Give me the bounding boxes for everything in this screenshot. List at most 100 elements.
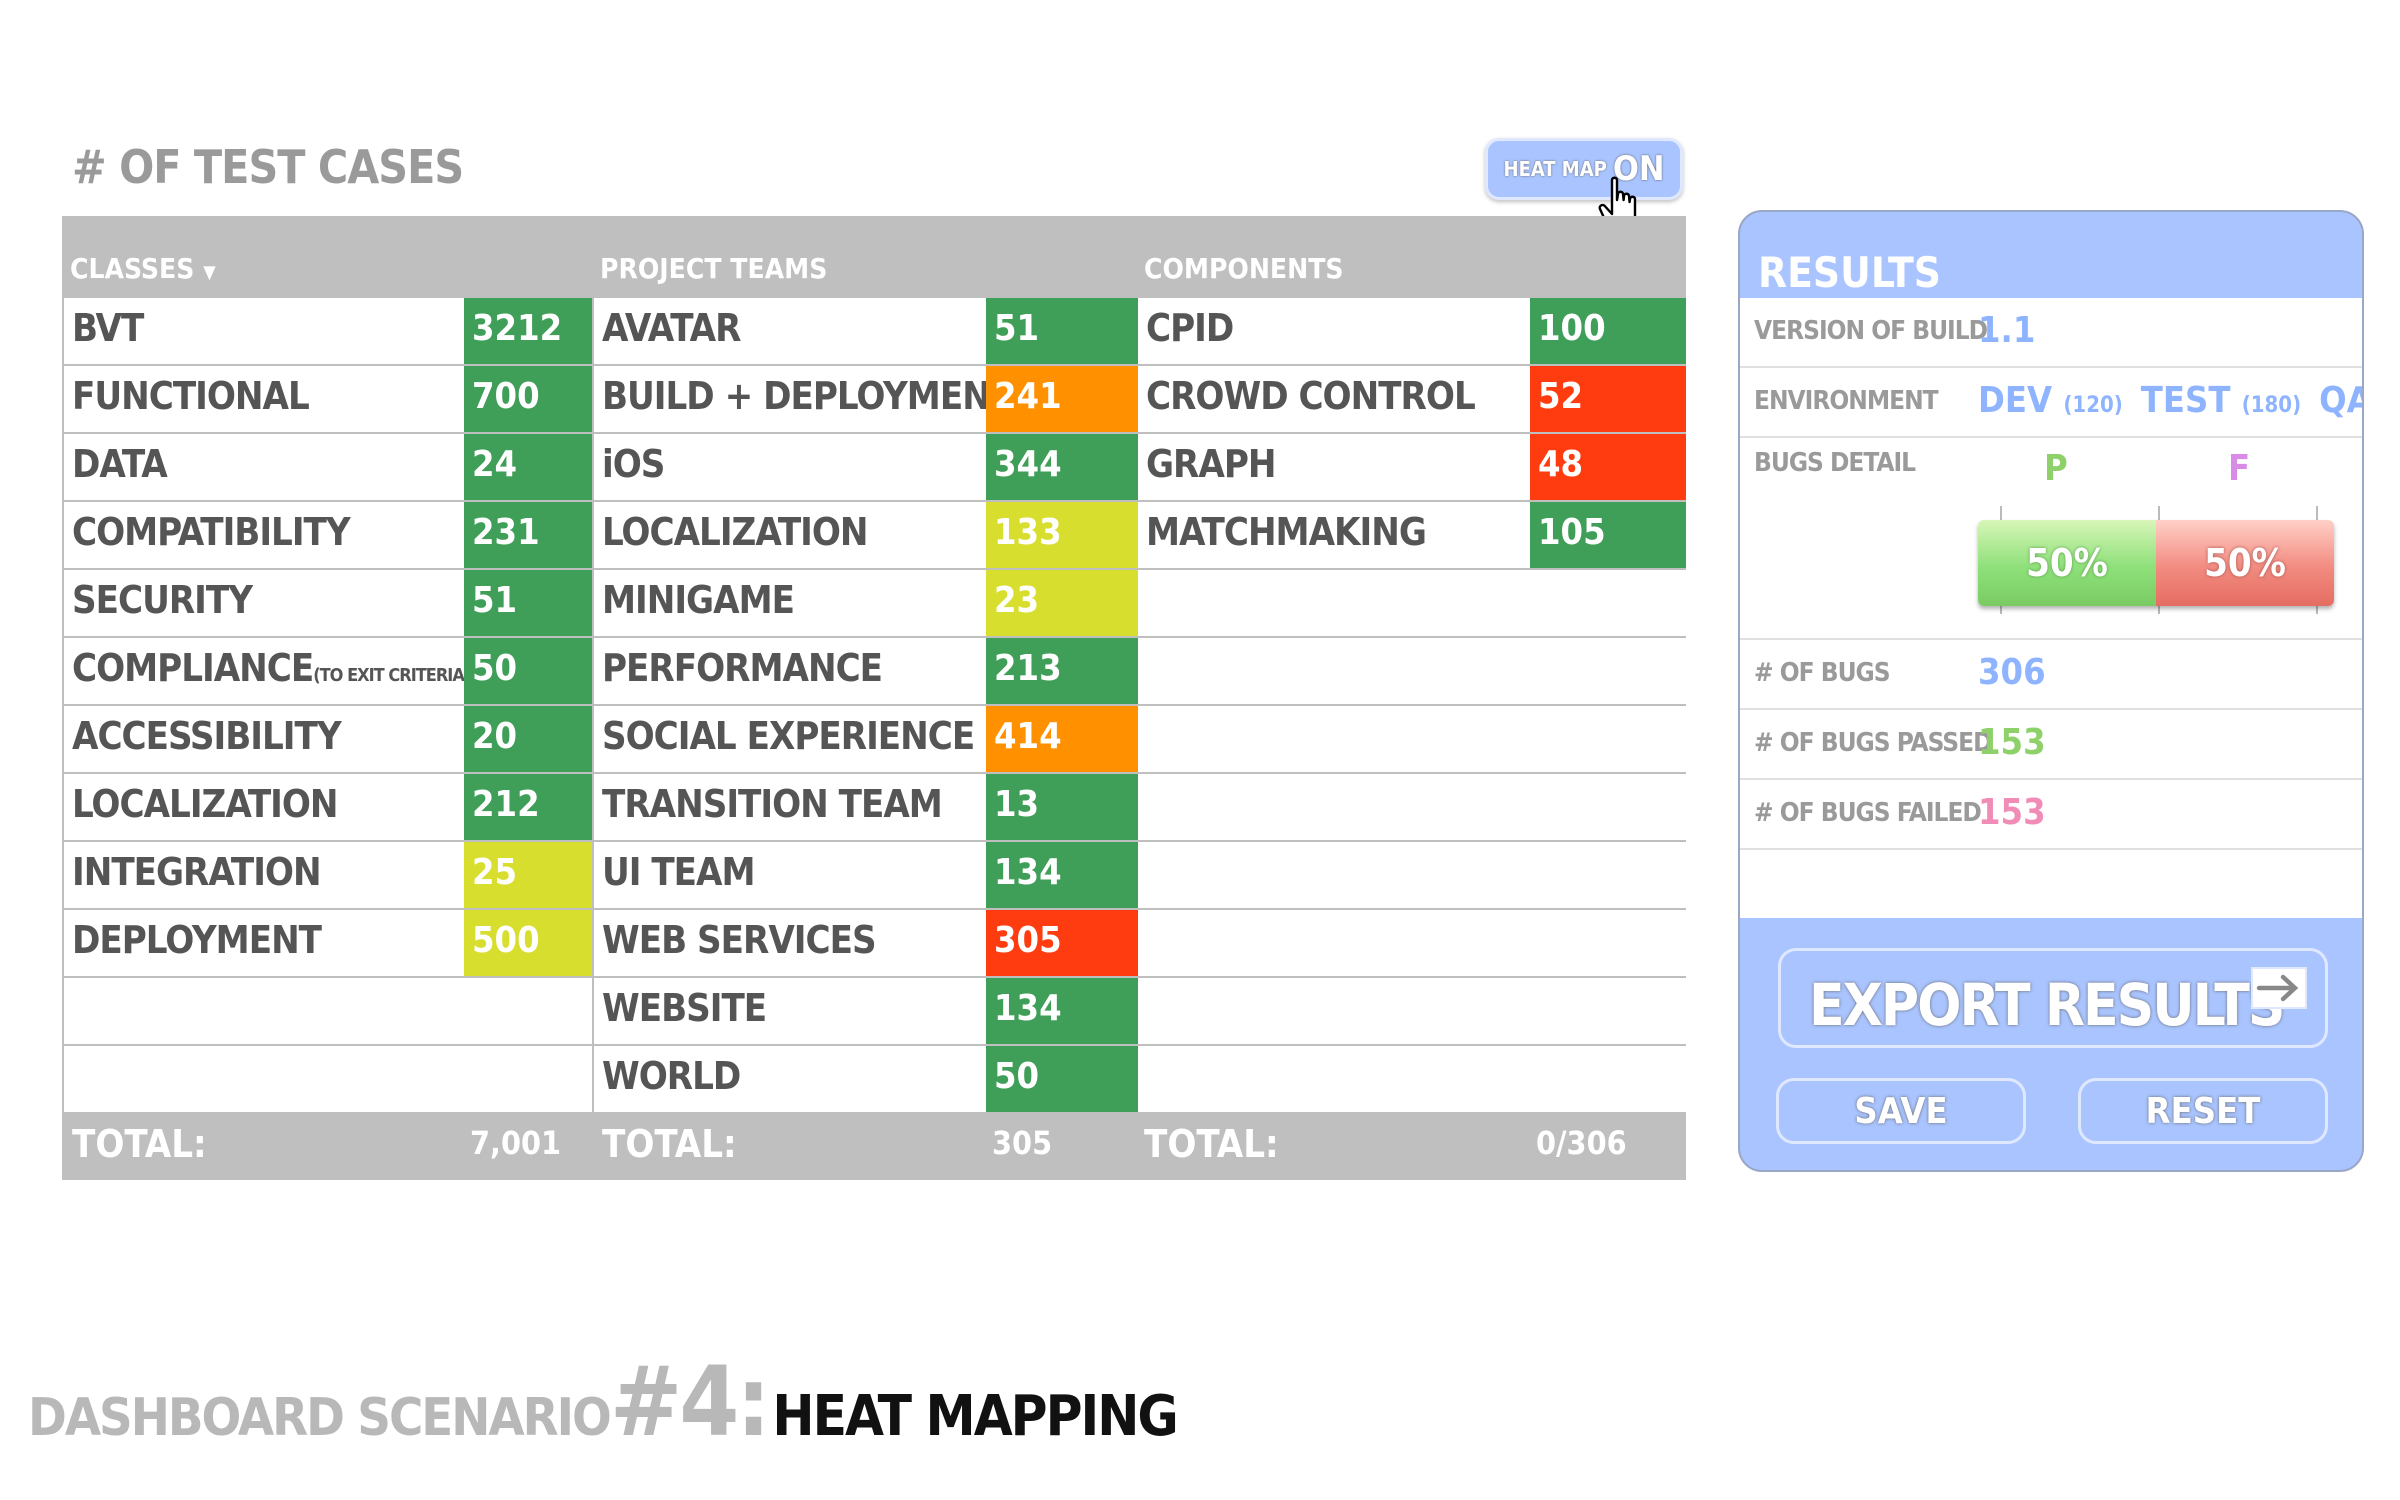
class-row: LOCALIZATION 212 (64, 774, 592, 840)
class-row: COMPATIBILITY 231 (64, 502, 592, 568)
component-row-empty (1138, 638, 1686, 704)
arrow-right-icon (2251, 967, 2307, 1009)
team-row: WEBSITE 134 (594, 978, 1138, 1044)
reset-button[interactable]: RESET (2078, 1078, 2328, 1144)
class-name-text: LOCALIZATION (72, 782, 339, 826)
pass-segment: 50% (1978, 520, 2156, 606)
component-row-empty (1138, 706, 1686, 772)
class-name-text: DEPLOYMENT (72, 918, 322, 962)
environment-option[interactable]: QA (5) (2319, 380, 2362, 421)
class-value-green: 212 (464, 774, 592, 840)
bugs-passed-value: 153 (1978, 722, 2046, 763)
class-row: FUNCTIONAL 700 (64, 366, 592, 432)
class-value-green: 24 (464, 434, 592, 500)
environment-count: (120) (2063, 393, 2123, 418)
class-row: DEPLOYMENT 500 (64, 910, 592, 976)
environment-option[interactable]: TEST (180) (2141, 380, 2301, 421)
chevron-down-icon: ▼ (203, 262, 216, 283)
component-name: MATCHMAKING (1146, 510, 1427, 554)
team-name-text: LOCALIZATION (602, 510, 869, 554)
class-value-green: 20 (464, 706, 592, 772)
version-value: 1.1 (1978, 310, 2036, 351)
bugs-row: # OF BUGS 306 (1740, 640, 2362, 710)
page-title: # OF TEST CASES (72, 140, 464, 194)
pass-label: P (2044, 448, 2068, 489)
component-name: CPID (1146, 306, 1234, 350)
team-value-green: 50 (986, 1046, 1138, 1112)
environment-option[interactable]: DEV (120) (1978, 380, 2123, 421)
team-row: PERFORMANCE 213 (594, 638, 1138, 704)
class-value-yellow: 25 (464, 842, 592, 908)
class-name-note: (TO EXIT CRITERIA) (313, 665, 471, 686)
team-row: BUILD + DEPLOYMENT 241 (594, 366, 1138, 432)
team-value-orange: 241 (986, 366, 1138, 432)
results-panel: RESULTS VERSION OF BUILD 1.1 ENVIRONMENT… (1738, 210, 2364, 1172)
team-name: SOCIAL EXPERIENCE (602, 714, 975, 758)
team-value-green: 213 (986, 638, 1138, 704)
bugs-detail-label: BUGS DETAIL (1754, 448, 1916, 478)
team-name: iOS (602, 442, 665, 486)
class-value-green: 231 (464, 502, 592, 568)
team-name-text: AVATAR (602, 306, 741, 350)
fail-percent: 50% (2204, 541, 2286, 585)
classes-total-label: TOTAL: (72, 1122, 207, 1166)
bugs-failed-row: # OF BUGS FAILED 153 (1740, 780, 2362, 850)
class-name-text: FUNCTIONAL (72, 374, 310, 418)
test-cases-table: CLASSES ▼ PROJECT TEAMS COMPONENTS BVT 32… (62, 216, 1686, 1180)
team-name-text: WEBSITE (602, 986, 767, 1030)
class-name: INTEGRATION (72, 850, 322, 894)
team-name: UI TEAM (602, 850, 756, 894)
component-value-red: 48 (1530, 434, 1686, 500)
reset-label: RESET (2145, 1091, 2261, 1132)
component-name-text: MATCHMAKING (1146, 510, 1427, 554)
bugs-value: 306 (1978, 652, 2046, 693)
footer-part2: #4: (609, 1346, 771, 1458)
class-value-green: 700 (464, 366, 592, 432)
team-name-text: MINIGAME (602, 578, 795, 622)
class-name: BVT (72, 306, 144, 350)
team-row: LOCALIZATION 133 (594, 502, 1138, 568)
team-name-text: UI TEAM (602, 850, 756, 894)
component-row-empty (1138, 774, 1686, 840)
class-name-text: COMPATIBILITY (72, 510, 351, 554)
team-name: TRANSITION TEAM (602, 782, 943, 826)
team-row: MINIGAME 23 (594, 570, 1138, 636)
classes-header[interactable]: CLASSES ▼ (70, 252, 216, 285)
class-value-green: 51 (464, 570, 592, 636)
bugs-passed-label: # OF BUGS PASSED (1754, 728, 1993, 758)
environment-row: ENVIRONMENT DEV (120) TEST (180) QA (5) (1740, 368, 2362, 438)
component-row: CPID 100 (1138, 298, 1686, 364)
version-row: VERSION OF BUILD 1.1 (1740, 298, 2362, 368)
team-value-green: 344 (986, 434, 1138, 500)
component-name: GRAPH (1146, 442, 1277, 486)
save-button[interactable]: SAVE (1776, 1078, 2026, 1144)
team-row: SOCIAL EXPERIENCE 414 (594, 706, 1138, 772)
environment-count: (180) (2241, 393, 2302, 418)
team-value-green: 134 (986, 978, 1138, 1044)
heat-map-label: HEAT MAP (1503, 157, 1607, 181)
team-name: AVATAR (602, 306, 741, 350)
component-name-text: CROWD CONTROL (1146, 374, 1476, 418)
heat-map-toggle[interactable]: HEAT MAP ON (1485, 138, 1683, 200)
components-total-label: TOTAL: (1144, 1122, 1279, 1166)
export-results-button[interactable]: EXPORT RESULTS (1778, 948, 2328, 1048)
team-name: BUILD + DEPLOYMENT (602, 374, 1013, 418)
project-teams-header: PROJECT TEAMS (600, 252, 828, 285)
team-name-text: SOCIAL EXPERIENCE (602, 714, 975, 758)
team-name: MINIGAME (602, 578, 795, 622)
class-value-yellow: 500 (464, 910, 592, 976)
classes-total-value: 7,001 (470, 1124, 562, 1162)
components-total-value: 0/306 (1536, 1124, 1627, 1162)
team-row: iOS 344 (594, 434, 1138, 500)
class-row: ACCESSIBILITY 20 (64, 706, 592, 772)
class-row: SECURITY 51 (64, 570, 592, 636)
bugs-failed-label: # OF BUGS FAILED (1754, 798, 1982, 828)
class-name-text: DATA (72, 442, 168, 486)
component-row-empty (1138, 1046, 1686, 1112)
environment-label: ENVIRONMENT (1754, 386, 1939, 416)
teams-total-value: 305 (992, 1124, 1053, 1162)
team-row: AVATAR 51 (594, 298, 1138, 364)
team-name: WORLD (602, 1054, 741, 1098)
team-value-red: 305 (986, 910, 1138, 976)
footer-part1: DASHBOARD SCENARIO (28, 1388, 612, 1448)
